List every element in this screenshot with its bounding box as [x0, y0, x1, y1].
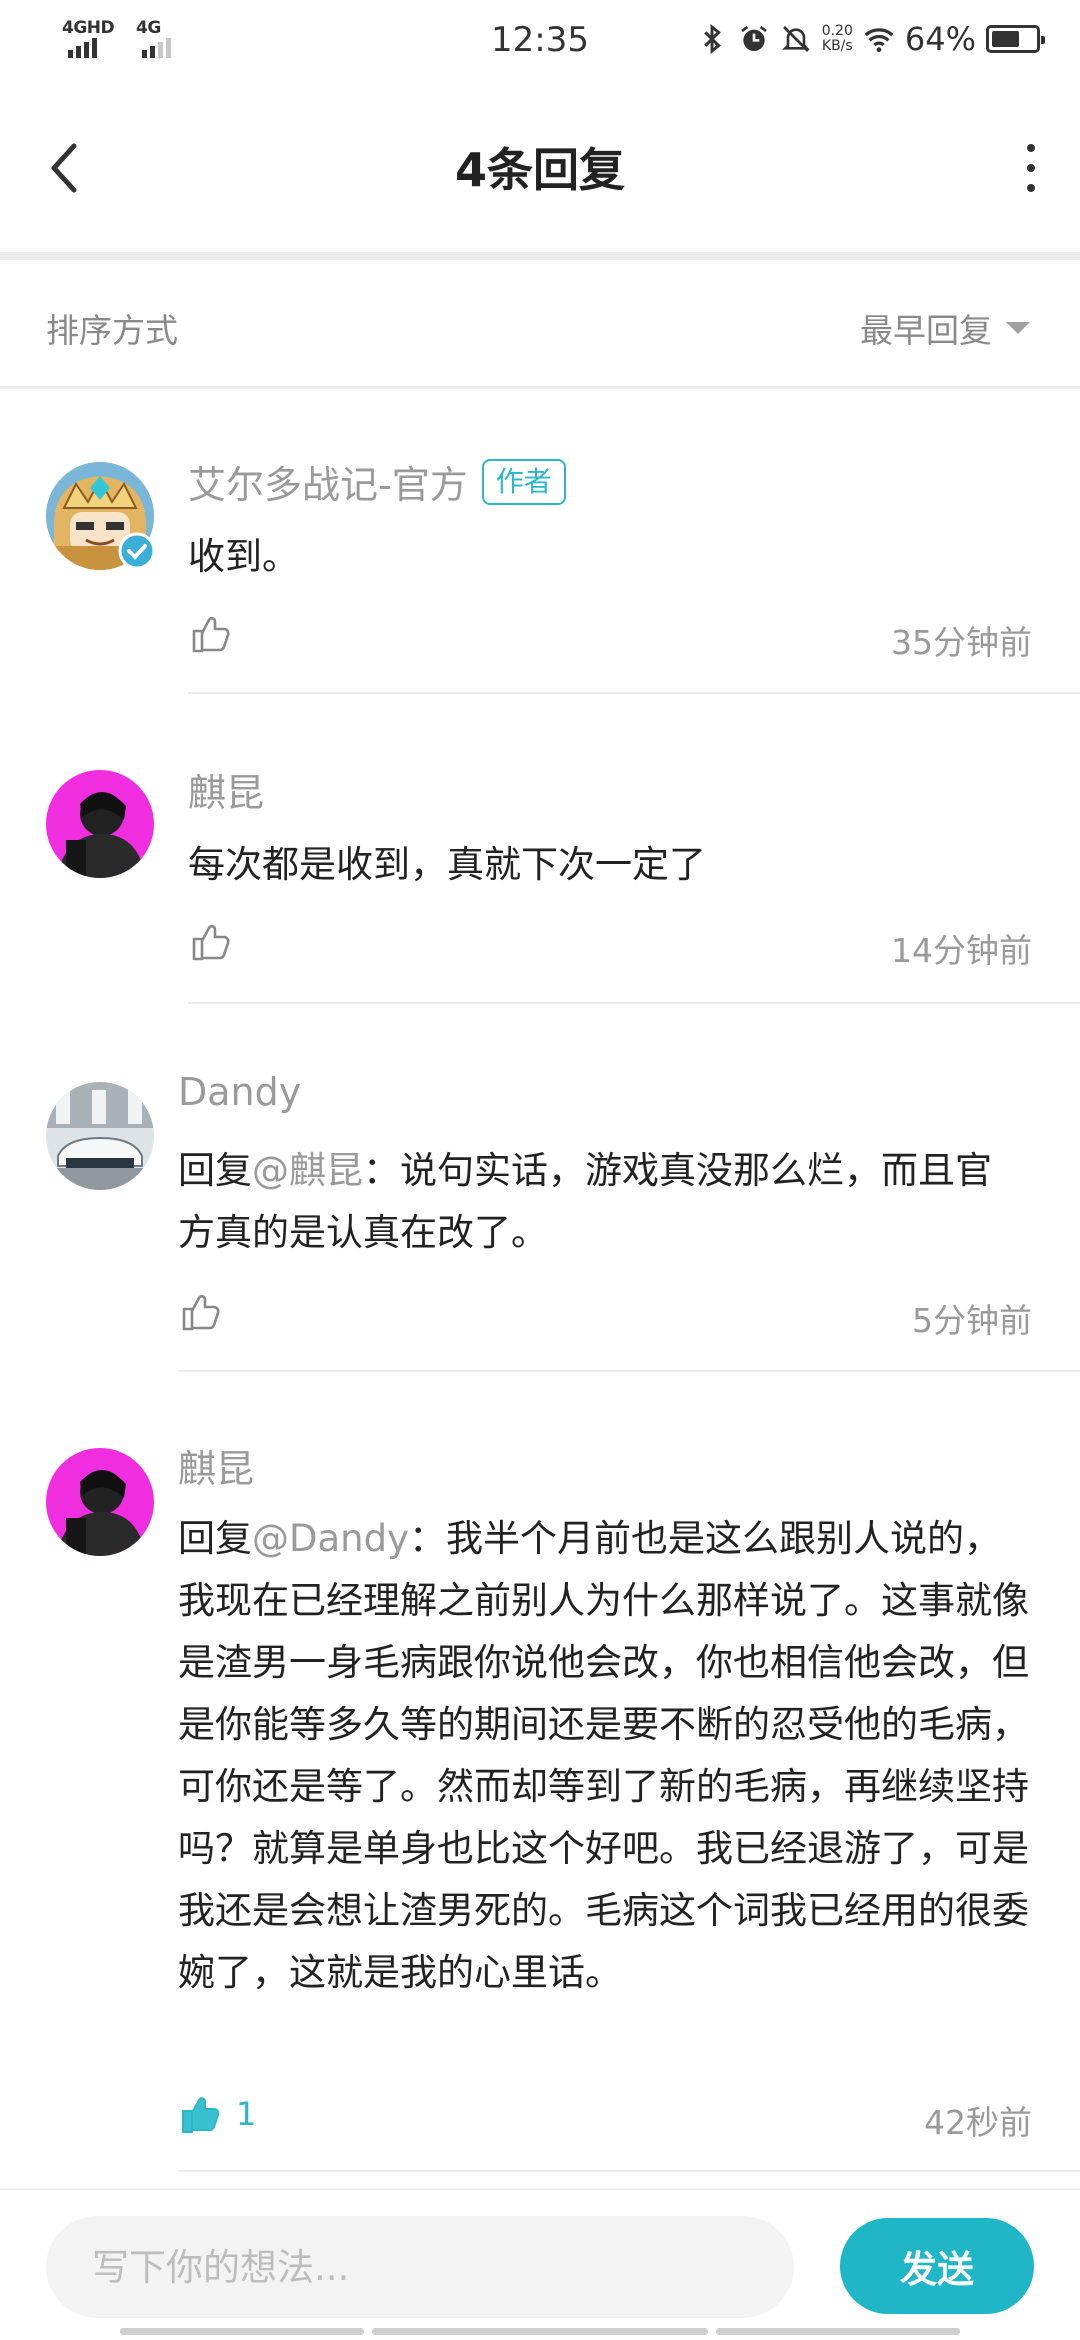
comment-author[interactable]: 艾尔多战记-官方 作者	[188, 454, 566, 509]
like-button[interactable]	[188, 612, 246, 656]
battery-percent: 64%	[904, 20, 976, 58]
mute-bell-icon	[781, 26, 810, 52]
author-badge: 作者	[481, 458, 566, 505]
wifi-icon	[864, 28, 894, 53]
bluetooth-icon	[703, 23, 721, 55]
username[interactable]: 麒昆	[178, 1438, 254, 1493]
username[interactable]: Dandy	[178, 1070, 301, 1114]
comment-divider	[188, 1002, 1080, 1004]
comment-author[interactable]: 麒昆	[178, 1438, 254, 1493]
avatar[interactable]	[46, 1082, 154, 1190]
thumbs-up-icon	[182, 1294, 220, 1331]
comment-text: 回复@Dandy：我半个月前也是这么跟别人说的，我现在已经理解之前别人为什么那样…	[178, 1508, 1030, 2004]
dropdown-caret-icon	[1006, 322, 1030, 334]
avatar[interactable]	[46, 770, 154, 878]
comment-time: 14分钟前	[891, 931, 1032, 970]
comment-time: 5分钟前	[912, 1301, 1032, 1340]
more-options-icon[interactable]	[1016, 144, 1046, 192]
like-button[interactable]	[178, 1290, 236, 1334]
status-bar: 4GHD 4G 12:35 0.20 KB/s 64%	[0, 0, 1080, 84]
alarm-icon	[740, 25, 767, 51]
sort-dropdown[interactable]: 最早回复	[860, 304, 1030, 352]
sort-label: 排序方式	[46, 311, 178, 350]
reply-body: ：我半个月前也是这么跟别人说的，我现在已经理解之前别人为什么那样说了。这事就像是…	[178, 1517, 1029, 1994]
nav-indicator	[120, 2328, 364, 2335]
comment-divider	[178, 1370, 1080, 1372]
network-speed: 0.20 KB/s	[821, 23, 853, 54]
thumbs-up-icon	[192, 616, 230, 653]
comment-text: 回复@麒昆：说句实话，游戏真没那么烂，而且官方真的是认真在改了。	[178, 1140, 1028, 1264]
composer-divider	[0, 2188, 1080, 2190]
avatar[interactable]	[46, 1448, 154, 1556]
nav-indicator	[716, 2328, 960, 2335]
avatar-person-image	[46, 1448, 154, 1556]
mention-link[interactable]: @Dandy	[252, 1517, 409, 1560]
comment-time: 42秒前	[924, 2103, 1032, 2142]
page-title: 4条回复	[454, 143, 625, 197]
reply-prefix: 回复	[178, 1149, 252, 1192]
comment-text: 每次都是收到，真就下次一定了	[188, 843, 706, 886]
username[interactable]: 艾尔多战记-官方	[188, 454, 468, 509]
comment-item: 麒昆 每次都是收到，真就下次一定了 14分钟前	[0, 750, 1080, 1006]
comment-divider	[188, 692, 1080, 694]
comment-time: 35分钟前	[891, 623, 1032, 662]
comment-item: 艾尔多战记-官方 作者 收到。 35分钟前	[0, 440, 1080, 696]
like-count: 1	[236, 2095, 257, 2133]
comment-input[interactable]	[46, 2216, 794, 2318]
thumbs-up-filled-icon	[182, 2097, 220, 2133]
comment-text: 收到。	[188, 535, 299, 578]
sort-bar: 排序方式 最早回复	[0, 260, 1080, 386]
comment-item: 麒昆 回复@Dandy：我半个月前也是这么跟别人说的，我现在已经理解之前别人为什…	[0, 1428, 1080, 2172]
comment-divider	[178, 2170, 1080, 2172]
sort-divider	[0, 386, 1080, 389]
mention-link[interactable]: @麒昆	[252, 1149, 363, 1192]
comment-item: Dandy 回复@麒昆：说句实话，游戏真没那么烂，而且官方真的是认真在改了。 5…	[0, 1060, 1080, 1372]
verified-badge-icon	[118, 532, 156, 570]
avatar-car-image	[46, 1082, 154, 1190]
send-button[interactable]: 发送	[840, 2218, 1034, 2314]
comment-author[interactable]: Dandy	[178, 1070, 301, 1114]
nav-indicator	[372, 2328, 708, 2335]
header-divider	[0, 252, 1080, 260]
reply-prefix: 回复	[178, 1517, 252, 1560]
sort-selected-value: 最早回复	[860, 311, 992, 350]
comment-author[interactable]: 麒昆	[188, 762, 264, 817]
username[interactable]: 麒昆	[188, 762, 264, 817]
avatar-person-image	[46, 770, 154, 878]
like-button[interactable]	[188, 920, 246, 964]
thumbs-up-icon	[192, 924, 230, 961]
battery-icon	[986, 25, 1045, 53]
like-button[interactable]: 1	[178, 2092, 256, 2136]
top-app-bar: 4条回复	[0, 84, 1080, 252]
